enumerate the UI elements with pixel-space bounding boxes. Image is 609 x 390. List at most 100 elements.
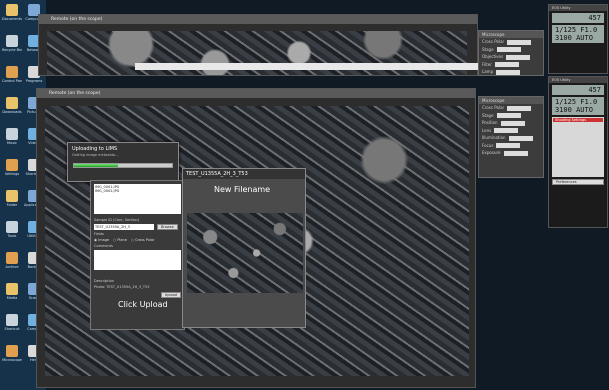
back-window: Remote (on the scope) [38, 14, 535, 76]
microscope-setting-row[interactable]: Lamp [479, 68, 543, 76]
desktop-icon[interactable]: Recycle Bin [2, 35, 22, 52]
microscope-setting-row[interactable]: Cross Polar [479, 104, 543, 112]
back-window-menubar [135, 63, 535, 70]
microscope-setting-row[interactable]: Focus [479, 142, 543, 150]
exposure-display: 1/125 F1.0 3100 AUTO [552, 25, 604, 43]
folder-icon [6, 252, 18, 264]
microscope-setting-row-control[interactable] [496, 47, 521, 52]
progress-status: Getting image metadata... [72, 153, 119, 157]
aperture-value: F1.0 [580, 26, 598, 34]
progress-fill [74, 164, 119, 167]
folder-icon [6, 345, 18, 357]
camera-settings-label: Shooting Settings [553, 118, 603, 122]
folder-icon [6, 314, 18, 326]
folder-icon [6, 190, 18, 202]
microscope-setting-row-label: Cross Polar [482, 105, 505, 110]
microscope-setting-row[interactable]: Filter [479, 61, 543, 69]
iso-value: 3100 [555, 34, 572, 42]
microscope-setting-row-control[interactable] [494, 62, 519, 67]
file-list[interactable]: IMG_0001.JPG IMG_0002.JPG [94, 184, 181, 214]
desktop-icon[interactable]: Documents [2, 4, 22, 21]
upload-button-row: Upload [91, 290, 184, 299]
microscope-setting-row-label: Position [482, 120, 498, 125]
microscope-setting-row-control[interactable] [507, 39, 532, 45]
camera-settings-list: Shooting Settings [552, 117, 604, 177]
microscope-setting-row-label: Objectives [482, 54, 504, 59]
microscope-setting-row[interactable]: Objectives [479, 53, 543, 61]
microscope-setting-row[interactable]: Illumination [479, 134, 543, 142]
folder-icon [6, 221, 18, 233]
microscope-setting-row-label: Lens [482, 127, 492, 133]
comments-label: Comments [94, 244, 113, 248]
microscope-setting-row-label: Stage [482, 112, 494, 118]
folder-icon [6, 283, 18, 295]
desktop-icon-label: Tools [7, 234, 17, 238]
microscope-setting-row-control[interactable] [494, 128, 519, 133]
microscope-setting-row-label: Stage [482, 46, 494, 52]
microscope-setting-row-control[interactable] [507, 105, 532, 111]
desktop-icon[interactable]: Media [2, 283, 22, 300]
file-list-item[interactable]: IMG_0002.JPG [95, 189, 180, 193]
progress-track [73, 163, 173, 168]
desktop-icon-label: Music [7, 141, 17, 145]
microscope-setting-row[interactable]: Cross Polar [479, 38, 543, 46]
desktop-icon-label: Documents [2, 17, 22, 21]
microscope-setting-row-label: Focus [482, 142, 494, 148]
wb-value-2: AUTO [576, 106, 593, 114]
folder-icon [6, 97, 18, 109]
progress-title: Uploading to LIMS [72, 146, 118, 152]
microscope-setting-row-control[interactable] [496, 69, 521, 75]
microscope-setting-row-control[interactable] [508, 135, 533, 141]
desktop-icon-label: Settings [4, 172, 20, 176]
folder-icon [6, 128, 18, 140]
microscope-setting-row-label: Filter [482, 61, 492, 67]
upload-progress-dialog: Uploading to LIMS Getting image metadata… [67, 142, 179, 182]
desktop-icon[interactable]: Downloads [2, 97, 22, 114]
desktop-icon[interactable]: Folder [2, 190, 22, 207]
microscope-panel-bottom: Microscope Cross Polar Stage Position Lens I… [478, 96, 544, 178]
camera-panel-top-header: EOS Utility [549, 5, 607, 11]
back-window-title: Remote (on the scope) [39, 15, 477, 24]
microscope-setting-row-control[interactable] [496, 113, 521, 118]
desktop-icon[interactable]: Microscope [2, 345, 22, 362]
camera-panel-bottom-header: EOS Utility [549, 77, 607, 83]
exposure-display-2: 1/125 F1.0 3100 AUTO [552, 97, 604, 115]
wb-value: AUTO [576, 34, 593, 42]
iso-value-2: 3100 [555, 106, 572, 114]
annotation-fill-values: Fill Values [120, 250, 160, 259]
desktop-icon-label: Microscope [2, 358, 22, 362]
radio-label: Image [98, 238, 110, 242]
microscope-setting-row[interactable]: Stage [479, 46, 543, 54]
desktop-icon[interactable]: Control Panel [2, 66, 22, 83]
radio-label: Cross Polar [135, 238, 155, 242]
microscope-setting-row[interactable]: Position [479, 119, 543, 127]
upload-button[interactable]: Upload [160, 292, 181, 298]
desktop-icon[interactable]: Shortcut [2, 314, 22, 331]
camera-panel-top: EOS Utility 457 1/125 F1.0 3100 AUTO [548, 4, 608, 74]
microscope-setting-row[interactable]: Exposure [479, 149, 543, 157]
shot-count-display: 457 [552, 13, 604, 23]
microscope-setting-row[interactable]: Stage [479, 112, 543, 120]
microscope-setting-row[interactable]: Lens [479, 127, 543, 135]
sample-id-input[interactable]: TEST_U1355A_2H_3 [94, 224, 154, 230]
microscope-panel-bottom-header: Microscope [479, 97, 543, 104]
annotation-new-filename: New Filename [214, 185, 271, 194]
camera-panel-bottom: EOS Utility 457 1/125 F1.0 3100 AUTO Sho… [548, 76, 608, 228]
microscope-setting-row-control[interactable] [500, 120, 525, 126]
desktop-icon[interactable]: Tools [2, 221, 22, 238]
browse-button[interactable]: Browse [157, 224, 178, 230]
microscope-setting-row-control[interactable] [496, 143, 521, 148]
folder-icon [6, 159, 18, 171]
preferences-button[interactable]: Preferences [552, 179, 604, 185]
desktop-icon-label: Archive [5, 265, 19, 269]
microscope-setting-row-label: Exposure [482, 150, 501, 155]
desktop-icon[interactable]: Settings [2, 159, 22, 176]
microscope-panel-top-header: Microscope [479, 31, 543, 38]
desktop-icon[interactable]: Music [2, 128, 22, 145]
microscope-setting-row-control[interactable] [506, 54, 531, 60]
microscope-setting-row-label: Lamp [482, 69, 494, 74]
microscope-setting-row-control[interactable] [503, 150, 528, 156]
desktop-icon-label: Shortcut [4, 327, 20, 331]
desktop-icon[interactable]: Archive [2, 252, 22, 269]
shutter-value: 1/125 [555, 26, 577, 34]
